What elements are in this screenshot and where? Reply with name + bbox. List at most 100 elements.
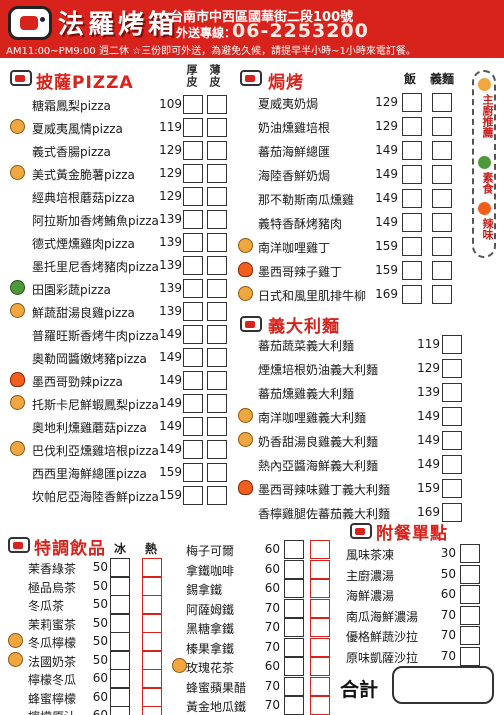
side-qty-box[interactable] <box>460 585 480 604</box>
thin-crust-qty-box[interactable] <box>207 279 227 298</box>
thick-crust-qty-box[interactable] <box>183 164 203 183</box>
thin-crust-qty-box[interactable] <box>207 348 227 367</box>
thin-crust-qty-box[interactable] <box>207 187 227 206</box>
thick-crust-qty-box[interactable] <box>183 486 203 505</box>
thin-crust-qty-box[interactable] <box>207 302 227 321</box>
thick-crust-qty-box[interactable] <box>183 233 203 252</box>
item-price: 60 <box>264 561 280 576</box>
thick-crust-qty-box[interactable] <box>183 256 203 275</box>
thin-crust-qty-box[interactable] <box>207 164 227 183</box>
thick-crust-qty-box[interactable] <box>183 394 203 413</box>
item-name: 蕃茄燻雞義大利麵 <box>258 387 355 401</box>
pasta-qty-box[interactable] <box>442 407 462 426</box>
rice-qty-box[interactable] <box>402 141 422 160</box>
thin-crust-qty-box[interactable] <box>207 233 227 252</box>
thin-crust-qty-box[interactable] <box>207 95 227 114</box>
hot-qty-box[interactable] <box>310 618 330 637</box>
noodle-qty-box[interactable] <box>432 189 452 208</box>
thick-crust-qty-box[interactable] <box>183 325 203 344</box>
ice-qty-box[interactable] <box>284 637 304 657</box>
ice-qty-box[interactable] <box>284 598 304 618</box>
rice-qty-box[interactable] <box>402 237 422 256</box>
thick-crust-qty-box[interactable] <box>183 417 203 436</box>
hot-qty-box[interactable] <box>310 637 330 657</box>
noodle-qty-box[interactable] <box>432 93 452 112</box>
thick-crust-qty-box[interactable] <box>183 118 203 137</box>
thick-crust-qty-box[interactable] <box>183 440 203 459</box>
thin-crust-qty-box[interactable] <box>207 463 227 482</box>
rice-qty-box[interactable] <box>402 261 422 280</box>
thick-crust-qty-box[interactable] <box>183 187 203 206</box>
pasta-qty-box[interactable] <box>442 359 462 378</box>
pasta-qty-box[interactable] <box>442 383 462 402</box>
side-qty-box[interactable] <box>460 564 480 584</box>
ice-qty-box[interactable] <box>284 696 304 715</box>
noodle-qty-box[interactable] <box>432 261 452 280</box>
drinks-hot-header: 熱 <box>145 542 158 556</box>
item-name: 煙燻培根奶油義大利麵 <box>258 363 379 377</box>
thin-crust-qty-box[interactable] <box>207 394 227 413</box>
thick-crust-qty-box[interactable] <box>183 371 203 390</box>
thin-crust-qty-box[interactable] <box>207 371 227 390</box>
thick-crust-qty-box[interactable] <box>183 141 203 160</box>
noodle-qty-box[interactable] <box>432 285 452 304</box>
pasta-qty-box[interactable] <box>442 455 462 474</box>
ice-qty-box[interactable] <box>284 540 304 559</box>
thick-crust-qty-box[interactable] <box>183 348 203 367</box>
side-qty-box[interactable] <box>460 605 480 625</box>
ice-qty-box[interactable] <box>284 657 304 676</box>
ice-qty-box[interactable] <box>110 706 130 715</box>
rice-qty-box[interactable] <box>402 285 422 304</box>
pasta-qty-box[interactable] <box>442 335 462 354</box>
thick-crust-qty-box[interactable] <box>183 210 203 229</box>
noodle-qty-box[interactable] <box>432 213 452 232</box>
ice-qty-box[interactable] <box>284 579 304 598</box>
hot-qty-box[interactable] <box>310 657 330 676</box>
item-price: 70 <box>440 628 456 642</box>
item-price: 129 <box>375 95 398 109</box>
ice-qty-box[interactable] <box>284 618 304 637</box>
pizza-row: 巴伐利亞燻雞培根pizza 149 <box>10 438 230 461</box>
item-price: 149 <box>159 327 182 341</box>
pasta-qty-box[interactable] <box>442 431 462 450</box>
ice-qty-box[interactable] <box>284 559 304 579</box>
ice-qty-box[interactable] <box>284 676 304 696</box>
thin-crust-qty-box[interactable] <box>207 118 227 137</box>
thin-crust-qty-box[interactable] <box>207 417 227 436</box>
hot-qty-box[interactable] <box>310 676 330 696</box>
noodle-qty-box[interactable] <box>432 117 452 136</box>
side-qty-box[interactable] <box>460 626 480 645</box>
hot-qty-box[interactable] <box>310 598 330 618</box>
thin-crust-qty-box[interactable] <box>207 440 227 459</box>
side-qty-box[interactable] <box>460 544 480 563</box>
rice-qty-box[interactable] <box>402 165 422 184</box>
hot-qty-box[interactable] <box>310 696 330 715</box>
noodle-qty-box[interactable] <box>432 237 452 256</box>
thin-crust-qty-box[interactable] <box>207 486 227 505</box>
baked-row: 蕃茄海鮮總匯 149 <box>238 139 468 162</box>
side-qty-box[interactable] <box>460 646 480 666</box>
thick-crust-qty-box[interactable] <box>183 95 203 114</box>
rice-qty-box[interactable] <box>402 117 422 136</box>
noodle-qty-box[interactable] <box>432 165 452 184</box>
thin-crust-qty-box[interactable] <box>207 256 227 275</box>
hot-qty-box[interactable] <box>310 540 330 559</box>
item-name: 風味茶凍 <box>346 548 395 562</box>
thin-crust-qty-box[interactable] <box>207 141 227 160</box>
noodle-qty-box[interactable] <box>432 141 452 160</box>
rice-qty-box[interactable] <box>402 189 422 208</box>
total-field[interactable] <box>392 666 494 704</box>
thin-crust-qty-box[interactable] <box>207 325 227 344</box>
pasta-qty-box[interactable] <box>442 479 462 498</box>
spicy-icon <box>238 262 253 277</box>
thick-crust-qty-box[interactable] <box>183 302 203 321</box>
thick-crust-qty-box[interactable] <box>183 279 203 298</box>
hot-qty-box[interactable] <box>310 559 330 579</box>
hot-qty-box[interactable] <box>310 579 330 598</box>
hot-qty-box[interactable] <box>142 706 162 715</box>
thick-crust-qty-box[interactable] <box>183 463 203 482</box>
item-price: 50 <box>92 634 108 648</box>
rice-qty-box[interactable] <box>402 213 422 232</box>
thin-crust-qty-box[interactable] <box>207 210 227 229</box>
rice-qty-box[interactable] <box>402 93 422 112</box>
